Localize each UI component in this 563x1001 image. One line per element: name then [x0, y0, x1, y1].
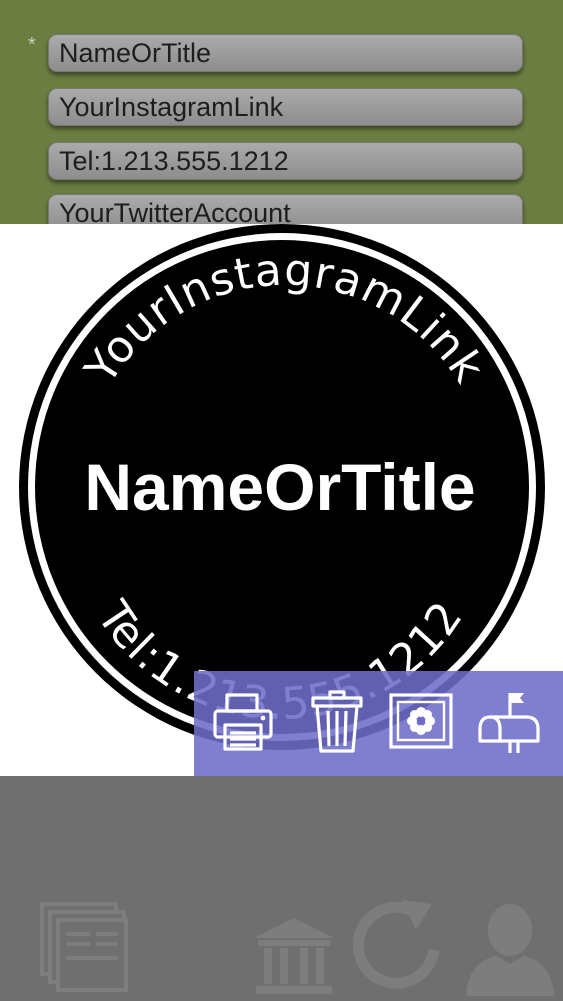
name-or-title-field[interactable]: NameOrTitle	[48, 34, 523, 72]
refresh-icon	[352, 900, 440, 989]
telephone-field[interactable]: Tel:1.213.555.1212	[48, 142, 523, 180]
printer-icon	[213, 693, 273, 751]
documents-icon	[40, 902, 128, 992]
profile-tab[interactable]	[462, 902, 558, 996]
flower-frame-icon	[389, 693, 453, 749]
mailbox-icon	[478, 693, 540, 753]
trash-icon	[311, 690, 363, 753]
action-toolbar	[194, 671, 563, 776]
required-marker: *	[28, 34, 36, 56]
frame-style-button[interactable]	[388, 689, 454, 755]
user-icon	[466, 904, 554, 996]
bank-icon	[254, 918, 334, 994]
bottom-tab-bar	[0, 776, 563, 1000]
instagram-link-field[interactable]: YourInstagramLink	[48, 88, 523, 126]
mail-button[interactable]	[476, 689, 542, 755]
input-form: * NameOrTitle YourInstagramLink Tel:1.21…	[0, 0, 563, 232]
documents-tab[interactable]	[38, 900, 130, 996]
print-button[interactable]	[210, 689, 276, 755]
stamp-center-text: NameOrTitle	[84, 450, 475, 524]
bank-tab[interactable]	[252, 916, 336, 996]
refresh-tab[interactable]	[352, 894, 446, 994]
delete-button[interactable]	[304, 689, 370, 755]
